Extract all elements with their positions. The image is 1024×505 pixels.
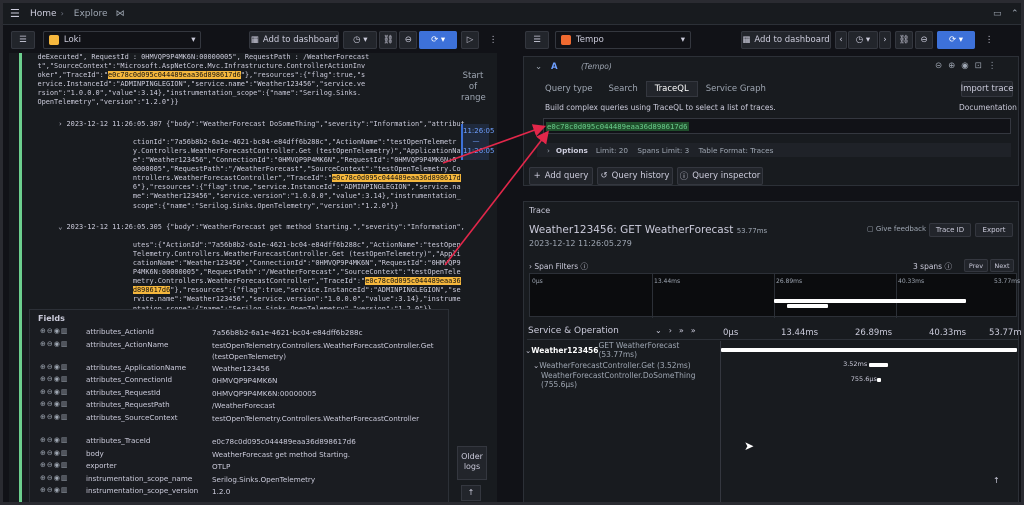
annotation-arrows [442,124,549,266]
explore-page: ☰ Home › Explore ⋈ ▭ ⌃ ☰ Loki ▾ ▦ Add to… [0,0,1024,505]
arrow-2 [444,130,549,266]
